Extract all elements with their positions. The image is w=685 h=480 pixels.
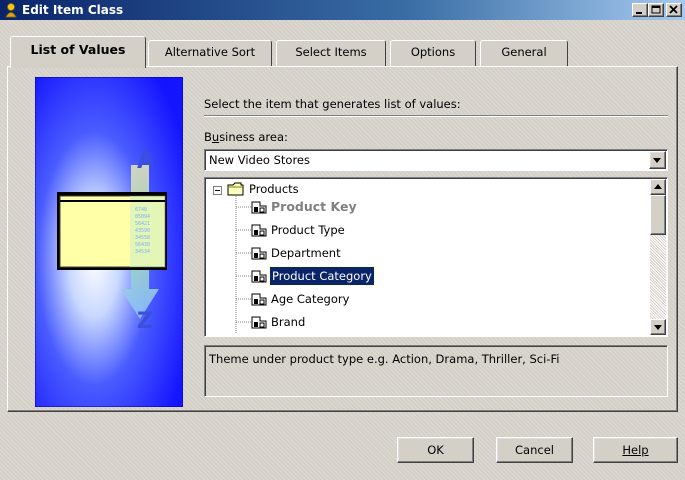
scroll-thumb[interactable] [650, 195, 666, 235]
maximize-button[interactable] [648, 3, 664, 17]
title-bar[interactable]: Edit Item Class [0, 0, 685, 20]
arrow-up-icon [654, 184, 662, 189]
tab-panel: 6748 85094 56421 43590 34558 56438 34534… [7, 66, 678, 412]
instruction-label: Select the item that generates list of v… [204, 97, 461, 111]
business-area-label: Business area: [204, 130, 288, 144]
letter-a: A [137, 149, 155, 174]
tree-item-product-type[interactable]: Product Type [271, 221, 345, 239]
separator [204, 115, 668, 117]
arrow-down-icon [654, 325, 662, 330]
scroll-down-button[interactable] [650, 319, 666, 335]
item-icon [251, 247, 267, 260]
chevron-down-icon [653, 158, 661, 163]
business-area-value: New Video Stores [209, 153, 311, 167]
tree-item-age-category[interactable]: Age Category [271, 290, 349, 308]
tab-general[interactable]: General [480, 40, 568, 66]
lov-illustration: 6748 85094 56421 43590 34558 56438 34534… [34, 76, 184, 408]
tree-item-department[interactable]: Department [271, 244, 341, 262]
help-button[interactable]: Help [593, 437, 678, 463]
item-tree[interactable]: Products Product Key Product Type Depart… [204, 177, 668, 337]
dropdown-button[interactable] [649, 151, 666, 169]
item-icon [251, 293, 267, 306]
tree-item-product-key[interactable]: Product Key [271, 198, 357, 216]
letter-z: Z [137, 309, 153, 334]
tree-item-brand[interactable]: Brand [271, 313, 305, 331]
illustration-numbers: 6748 85094 56421 43590 34558 56438 34534 [135, 207, 151, 255]
description-box: Theme under product type e.g. Action, Dr… [204, 345, 668, 397]
minimize-icon [636, 12, 642, 14]
help-label: Help [622, 443, 649, 457]
item-icon [251, 316, 267, 329]
tab-options[interactable]: Options [390, 40, 476, 66]
app-icon [5, 3, 17, 18]
tab-list-of-values[interactable]: List of Values [10, 36, 146, 68]
maximize-icon [651, 5, 661, 14]
item-icon [251, 270, 267, 283]
scroll-up-button[interactable] [650, 179, 666, 195]
business-area-select[interactable]: New Video Stores [204, 149, 668, 171]
close-button[interactable] [666, 3, 682, 17]
cancel-button[interactable]: Cancel [496, 437, 573, 463]
tree-item-product-category[interactable]: Product Category [269, 266, 375, 286]
description-text: Theme under product type e.g. Action, Dr… [209, 352, 560, 366]
item-icon [251, 201, 267, 214]
tab-select-items[interactable]: Select Items [276, 40, 386, 66]
tree-scrollbar[interactable] [650, 179, 666, 335]
tab-alternative-sort[interactable]: Alternative Sort [148, 40, 272, 66]
ok-button[interactable]: OK [397, 437, 474, 463]
close-icon [669, 5, 678, 14]
minimize-button[interactable] [632, 3, 648, 17]
window-title: Edit Item Class [22, 3, 124, 17]
item-icon [251, 224, 267, 237]
